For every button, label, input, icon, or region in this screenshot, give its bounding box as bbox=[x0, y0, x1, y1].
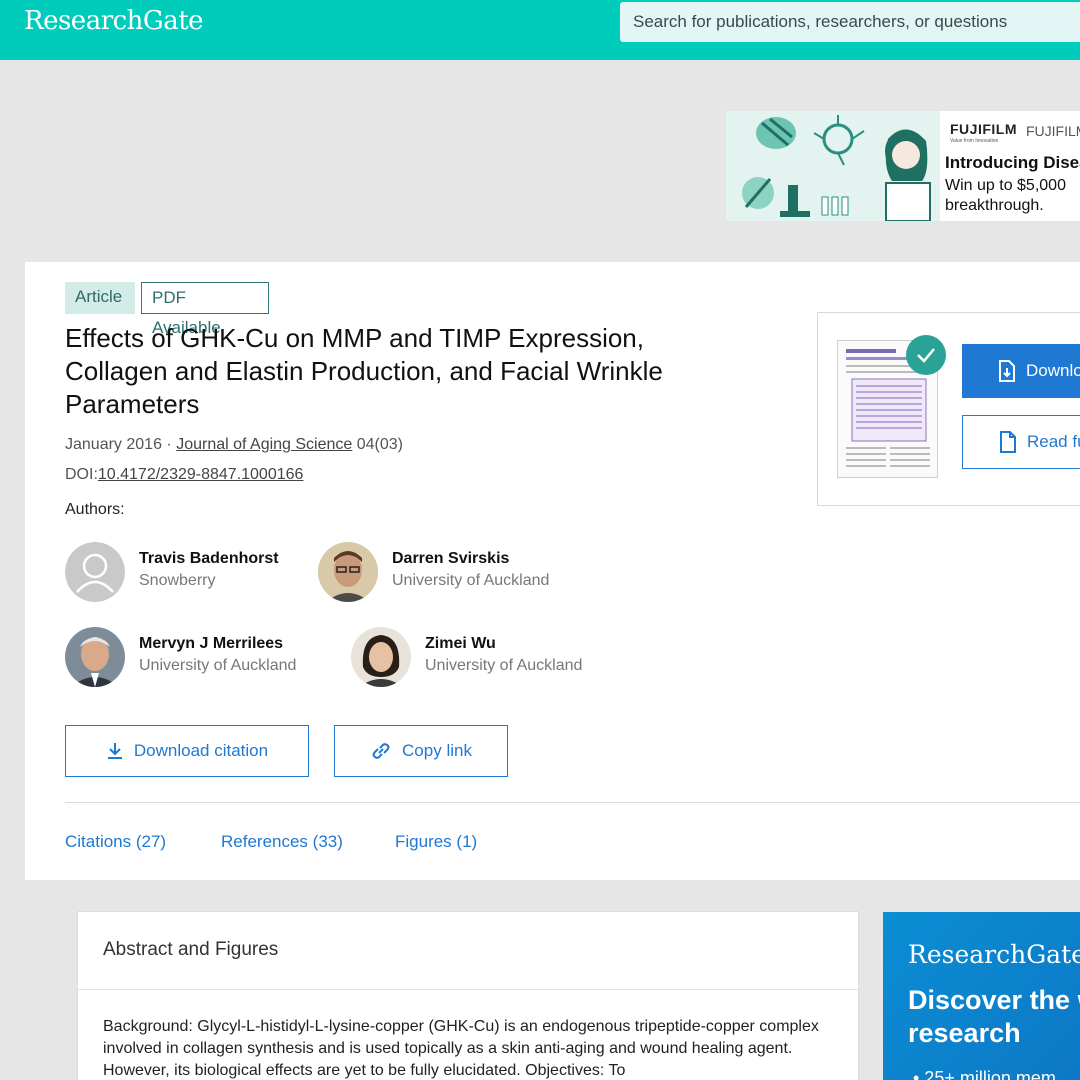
avatar[interactable] bbox=[318, 542, 378, 602]
author-affiliation: Snowberry bbox=[139, 572, 216, 589]
tab-references[interactable]: References (33) bbox=[221, 832, 343, 852]
article-title: Effects of GHK-Cu on MMP and TIMP Expres… bbox=[65, 323, 663, 419]
ad-brand-logo: FUJIFILM bbox=[950, 121, 1017, 137]
read-full-text-button[interactable]: Read fu bbox=[962, 415, 1080, 469]
publication-date: January 2016 bbox=[65, 436, 162, 453]
authors-label: Authors: bbox=[65, 501, 125, 518]
author-name[interactable]: Travis Badenhorst bbox=[139, 550, 279, 568]
author-name[interactable]: Zimei Wu bbox=[425, 635, 496, 653]
author-name[interactable]: Darren Svirskis bbox=[392, 550, 509, 568]
download-pdf-label: Downlo bbox=[1026, 361, 1080, 380]
ad-headline: Introducing Disea bbox=[945, 153, 1080, 172]
abstract-divider bbox=[78, 989, 858, 990]
researchgate-logo[interactable]: ResearchGate bbox=[24, 6, 204, 36]
file-download-icon bbox=[999, 360, 1015, 382]
tab-citations[interactable]: Citations (27) bbox=[65, 832, 166, 852]
journal-link[interactable]: Journal of Aging Science bbox=[176, 436, 352, 453]
promo-bullet: • 25+ million mem bbox=[913, 1068, 1056, 1080]
publication-meta: January 2016 · Journal of Aging Science … bbox=[65, 436, 403, 454]
avatar[interactable] bbox=[65, 627, 125, 687]
pdf-available-badge: PDF Available bbox=[141, 282, 269, 337]
top-header: ResearchGate Search for publications, re… bbox=[0, 0, 1080, 60]
link-icon bbox=[372, 743, 390, 759]
doi-line: DOI:10.4172/2329-8847.1000166 bbox=[65, 466, 303, 484]
search-input[interactable]: Search for publications, researchers, or… bbox=[620, 2, 1080, 42]
article-type-badge: Article bbox=[65, 282, 135, 314]
check-icon bbox=[906, 335, 946, 375]
abstract-text: Background: Glycyl-L-histidyl-L-lysine-c… bbox=[103, 1018, 819, 1079]
author-affiliation: University of Auckland bbox=[425, 657, 583, 674]
abstract-heading: Abstract and Figures bbox=[103, 939, 279, 960]
article-card: Article PDF Available Effects of GHK-Cu … bbox=[25, 262, 1080, 880]
avatar[interactable] bbox=[65, 542, 125, 602]
ad-brand-secondary: FUJIFILM bbox=[1026, 123, 1080, 139]
author-affiliation: University of Auckland bbox=[392, 572, 550, 589]
read-full-text-label: Read fu bbox=[1027, 432, 1080, 451]
download-citation-button[interactable]: Download citation bbox=[65, 725, 309, 777]
researchgate-promo-card[interactable]: ResearchGate Discover the w research • 2… bbox=[883, 912, 1080, 1080]
meta-separator: · bbox=[161, 436, 177, 453]
download-citation-label: Download citation bbox=[133, 741, 269, 760]
abstract-card: Abstract and Figures Background: Glycyl-… bbox=[77, 911, 859, 1080]
search-placeholder: Search for publications, researchers, or… bbox=[633, 12, 1008, 31]
download-icon bbox=[107, 743, 122, 759]
copy-link-label: Copy link bbox=[402, 741, 472, 760]
ad-brand-tagline: Value from Innovation bbox=[950, 138, 999, 144]
author-name[interactable]: Mervyn J Merrilees bbox=[139, 635, 283, 653]
author-affiliation: University of Auckland bbox=[139, 657, 297, 674]
tabs-divider bbox=[65, 802, 1080, 803]
copy-link-button[interactable]: Copy link bbox=[334, 725, 508, 777]
avatar[interactable] bbox=[351, 627, 411, 687]
download-pdf-button[interactable]: Downlo bbox=[962, 344, 1080, 398]
ad-illustration bbox=[726, 111, 940, 221]
doi-label: DOI: bbox=[65, 466, 98, 483]
file-icon bbox=[1000, 431, 1016, 453]
tab-figures[interactable]: Figures (1) bbox=[395, 832, 477, 852]
journal-issue: 04(03) bbox=[352, 436, 404, 453]
promo-logo: ResearchGate bbox=[908, 940, 1080, 969]
ad-banner[interactable]: FUJIFILM Value from Innovation FUJIFILM … bbox=[726, 111, 1080, 221]
pdf-panel: Downlo Read fu bbox=[817, 312, 1080, 506]
ad-body: Win up to $5,000 breakthrough. bbox=[945, 177, 1066, 214]
promo-headline: Discover the w research bbox=[908, 985, 1080, 1048]
doi-link[interactable]: 10.4172/2329-8847.1000166 bbox=[98, 466, 304, 483]
